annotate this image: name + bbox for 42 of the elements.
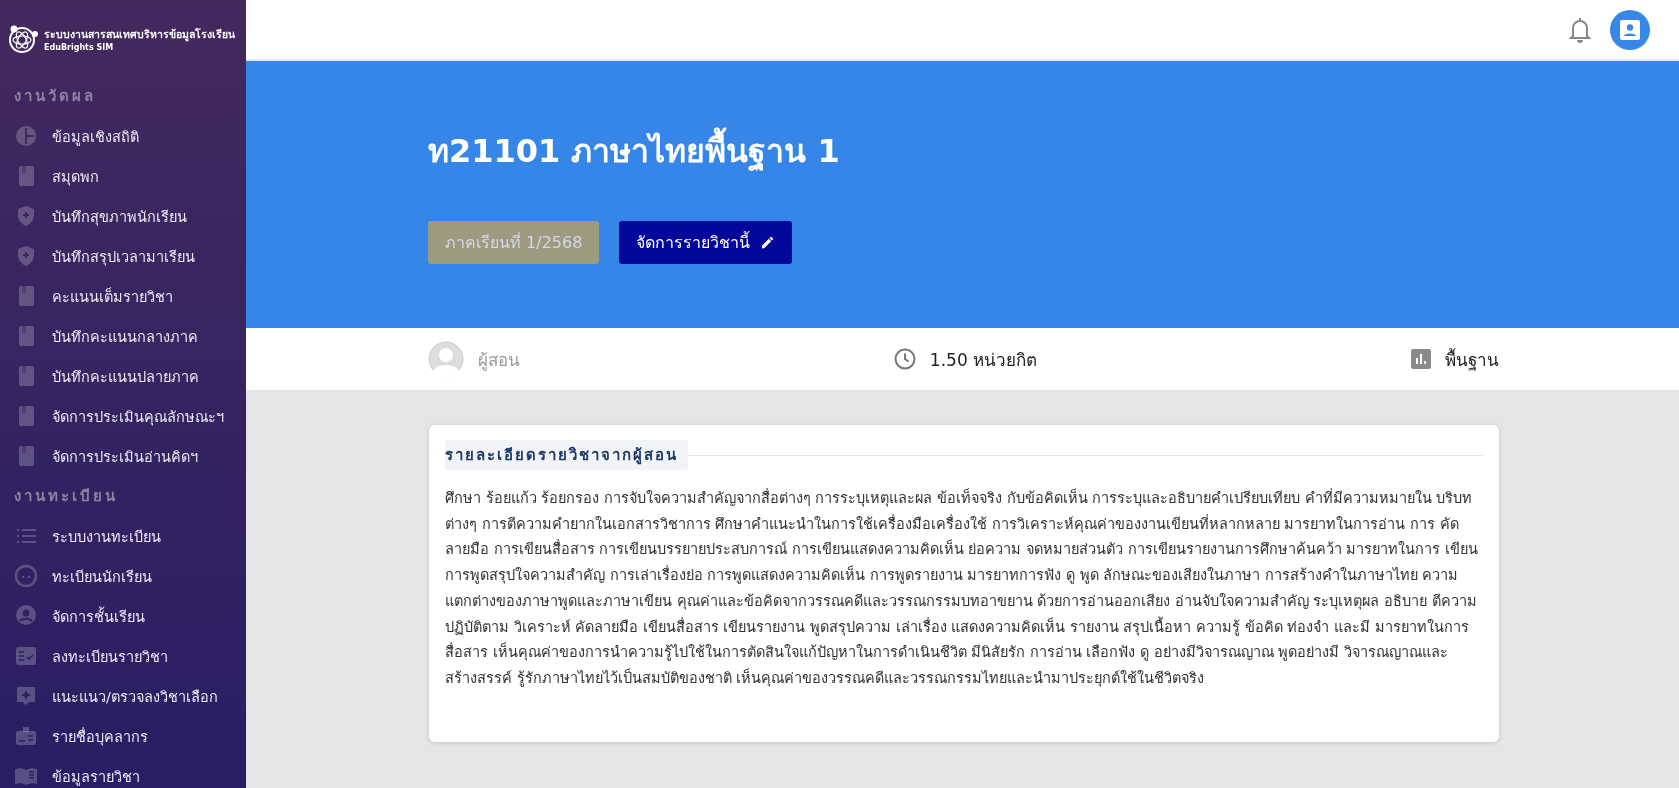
- sidebar-item[interactable]: คะแนนเต็มรายวิชา: [0, 276, 246, 316]
- teacher-label: ผู้สอน: [478, 348, 520, 373]
- pencil-icon: [760, 235, 776, 250]
- sidebar-item[interactable]: ระบบงานทะเบียน: [0, 516, 246, 556]
- sidebar-item[interactable]: จัดการประเมินคุณลักษณะฯ: [0, 396, 246, 436]
- face-icon: [14, 564, 38, 588]
- sidebar-item[interactable]: แนะแนว/ตรวจลงวิชาเลือก: [0, 676, 246, 716]
- sidebar-item[interactable]: บันทึกสุขภาพนักเรียน: [0, 196, 246, 236]
- bell-icon[interactable]: [1568, 15, 1592, 44]
- account-circle-icon: [14, 604, 38, 628]
- account-button[interactable]: [1610, 9, 1650, 50]
- clock-icon: [893, 348, 916, 370]
- semester-button: ภาคเรียนที่ 1/2568: [428, 221, 600, 264]
- sidebar-item[interactable]: บันทึกคะแนนกลางภาค: [0, 316, 246, 356]
- brand-title: ระบบงานสารสนเทศบริหารข้อมูลโรงเรียน: [44, 27, 235, 43]
- bar-chart-icon: [1411, 349, 1431, 369]
- brand-subtitle: EduBrights SIM: [44, 43, 115, 52]
- sidebar-item[interactable]: ทะเบียนนักเรียน: [0, 556, 246, 596]
- user-avatar-icon: [428, 341, 464, 377]
- sidebar-item[interactable]: สมุดพก: [0, 156, 246, 196]
- contact-card-icon: [1619, 18, 1641, 41]
- sidebar-item[interactable]: ข้อมูลรายวิชา: [0, 756, 246, 788]
- section-heading: งานทะเบียน: [13, 486, 119, 507]
- atom-logo-icon: [6, 23, 38, 55]
- sidebar-item[interactable]: ลงทะเบียนรายวิชา: [0, 636, 246, 676]
- sidebar-item[interactable]: ข้อมูลเชิงสถิติ: [0, 116, 246, 156]
- section-heading: งานวัดผล: [13, 86, 97, 107]
- id-badge-icon: [14, 724, 38, 748]
- course-description: ศึกษา ร้อยแก้ว ร้อยกรอง การจับใจความสำคัญจากสื่อต่างๆ การระบุเหตุและผล ข้อเท็จจริง กับข้อคิดเห็น การระบุและอธิบายคำเปรียบเทียบ คำที่มีความหมายใน บริบทต่างๆ การตีความคำยากในเอกสารวิชาการ ศึกษาคำแนะนำในการใช้เครื่องมือเครื่องใช้ การวิเคราะห์คุณค่าของงานเขียนที่หลากหลาย มารยาทในการอ่าน การ คัดลายมือ การเขียนสื่อสาร การเขียนบรรยายประสบการณ์ การเขียนแสดงความคิดเห็น ย่อความ จดหมายส่วนตัว การเขียนรายงานการศึกษาค้นคว้า มารยาทในการ เขียน การพูดสรุปใจความสำคัญ การเล่าเรื่องย่อ การพูดแสดงความคิดเห็น การพูดรายงาน มารยาทการฟัง ดู พูด ลักษณะของเสียงในภาษา การสร้างคำในภาษาไทย ความแตกต่างของภาษาพูดและภาษาเขียน คุณค่าและข้อคิดจากวรรณคดีและวรรณกรรมบทอาขยาน ด้วยการอ่านออกเสียง อ่านจับใจความสำคัญ ระบุเหตุผล อธิบาย ตีความ ปฏิบัติตาม วิเคราะห์ คัดลายมือ เขียนสื่อสาร เขียนรายงาน พูดสรุปความ เล่าเรื่อง แสดงความคิดเห็น รายงาน สรุปเนื้อหา ความรู้ ข้อคิด ท่องจำ และมี มารยาทในการสื่อสาร เห็นคุณค่าของการนำความรู้ไปใช้ในการตัดสินใจแก้ปัญหาในการดำเนินชีวิต มีนิสัยรัก การอ่าน เลือกฟัง ดู อย่างมีวิจารณญาณ พูดอย่างมี วิจารณญาณและสร้างสรรค์ รู้รักภาษาไทยไว้เป็นสมบัติของชาติ เห็นคุณค่าของวรรณคดีและวรรณกรรมไทยและนำมาประยุกต์ใช้ในชีวิตจริง: [445, 487, 1479, 689]
- sparkle-marker-icon: [14, 684, 38, 708]
- pie-chart-icon: [14, 124, 38, 148]
- credits-text: 1.50 หน่วยกิต: [929, 348, 1038, 372]
- sidebar-item[interactable]: รายชื่อบุคลากร: [0, 716, 246, 756]
- sidebar-item[interactable]: จัดการชั้นเรียน: [0, 596, 246, 636]
- checklist-icon: [14, 644, 38, 668]
- sidebar-item[interactable]: บันทึกสรุปเวลามาเรียน: [0, 236, 246, 276]
- card-heading: รายละเอียดรายวิชาจากผู้สอน: [445, 440, 688, 470]
- course-type-text: พื้นฐาน: [1445, 347, 1499, 373]
- course-title: ท21101 ภาษาไทยพื้นฐาน 1: [428, 129, 1679, 173]
- sidebar-item[interactable]: จัดการประเมินอ่านคิดฯ: [0, 436, 246, 476]
- manage-course-button[interactable]: จัดการรายวิชานี้: [619, 221, 793, 264]
- sidebar-item[interactable]: บันทึกคะแนนปลายภาค: [0, 356, 246, 396]
